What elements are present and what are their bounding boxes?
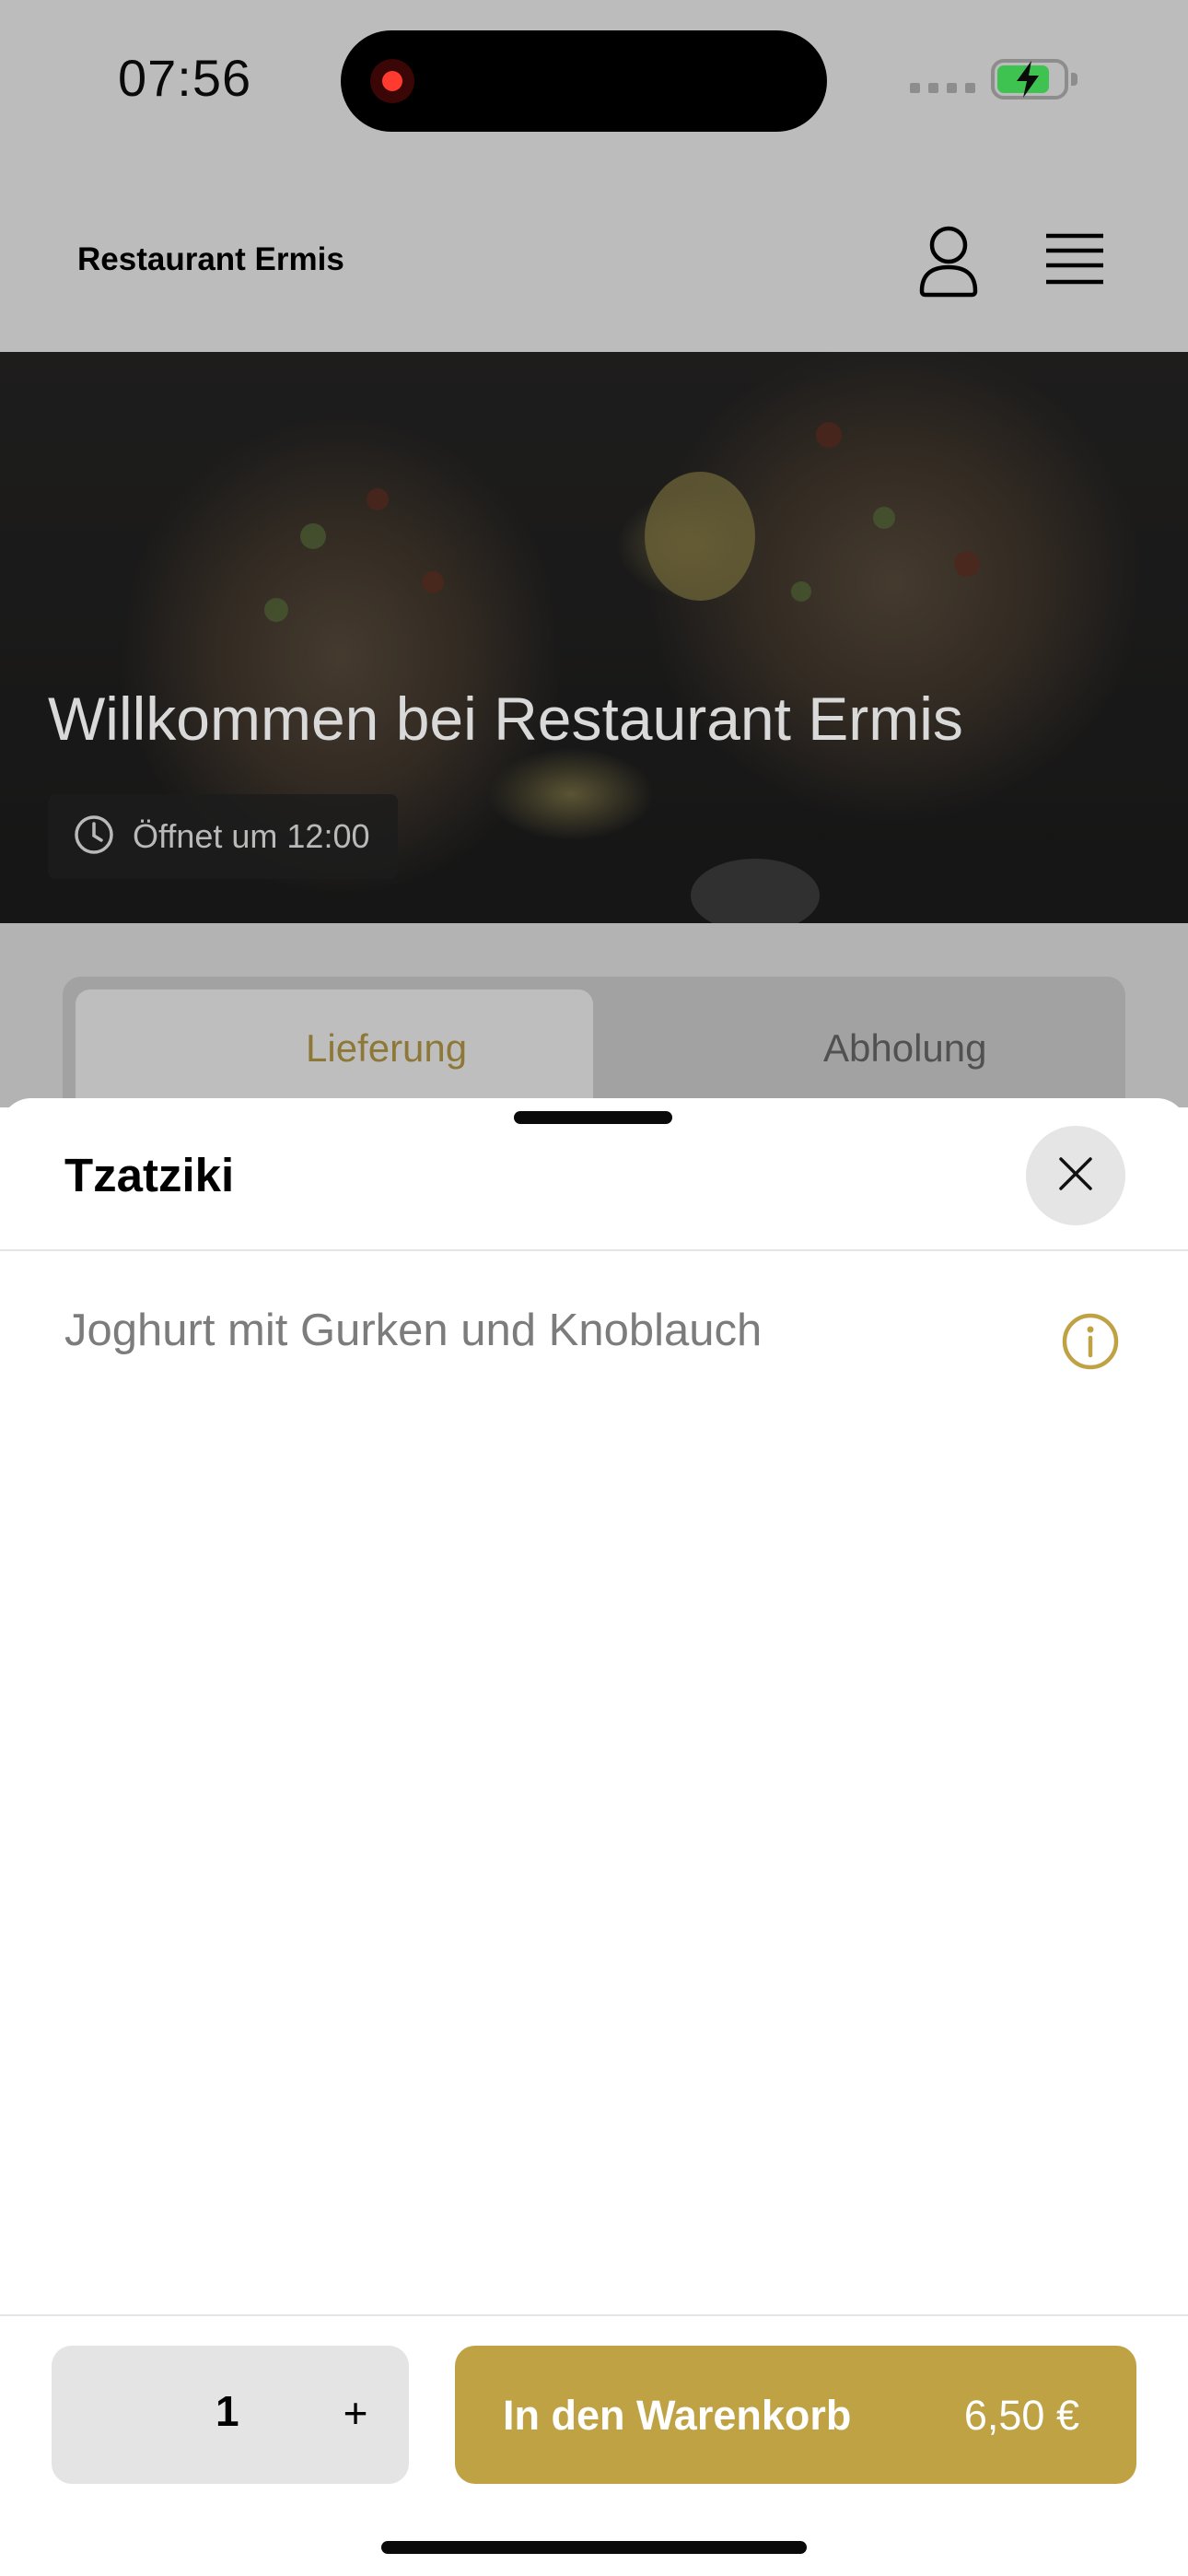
status-time: 07:56 <box>118 49 252 107</box>
info-icon[interactable] <box>1061 1312 1120 1371</box>
home-indicator[interactable] <box>381 2541 807 2554</box>
tab-delivery-label: Lieferung <box>306 1026 468 1070</box>
battery-charging-icon <box>991 59 1077 100</box>
product-title: Tzatziki <box>64 1149 235 1201</box>
hero-banner: Willkommen bei Restaurant Ermis Öffnet u… <box>0 352 1188 923</box>
footer-divider <box>0 2314 1188 2316</box>
user-icon[interactable] <box>917 225 980 299</box>
quantity-stepper: 1 + <box>52 2346 409 2484</box>
clock-icon <box>74 814 114 860</box>
app-header: Restaurant Ermis <box>0 175 1188 352</box>
tab-pickup[interactable]: Abholung <box>823 1026 987 1071</box>
hero-title: Willkommen bei Restaurant Ermis <box>48 685 963 753</box>
add-to-cart-label: In den Warenkorb <box>503 2392 852 2439</box>
price-label: 6,50 € <box>963 2392 1079 2439</box>
close-icon <box>1057 1155 1094 1197</box>
status-bar: 07:56 <box>0 0 1188 175</box>
close-button[interactable] <box>1026 1126 1125 1225</box>
product-description: Joghurt mit Gurken und Knoblauch <box>64 1306 763 1355</box>
menu-icon[interactable] <box>1042 230 1107 289</box>
opening-hours-text: Öffnet um 12:00 <box>133 817 370 855</box>
sheet-grabber[interactable] <box>514 1111 672 1124</box>
recording-indicator-icon <box>370 59 414 103</box>
dynamic-island <box>341 30 827 132</box>
background-content: Lieferung Abholung <box>0 923 1188 1124</box>
increase-quantity-button[interactable]: + <box>328 2381 383 2445</box>
opening-hours-badge: Öffnet um 12:00 <box>48 794 398 879</box>
add-to-cart-button[interactable]: In den Warenkorb 6,50 € <box>455 2346 1136 2484</box>
product-detail-sheet: Tzatziki Joghurt mit Gurken und Knoblauc… <box>0 1098 1188 2576</box>
divider <box>0 1249 1188 1251</box>
quantity-value: 1 <box>215 2387 239 2435</box>
signal-icon <box>910 83 975 93</box>
restaurant-name: Restaurant Ermis <box>77 241 344 277</box>
